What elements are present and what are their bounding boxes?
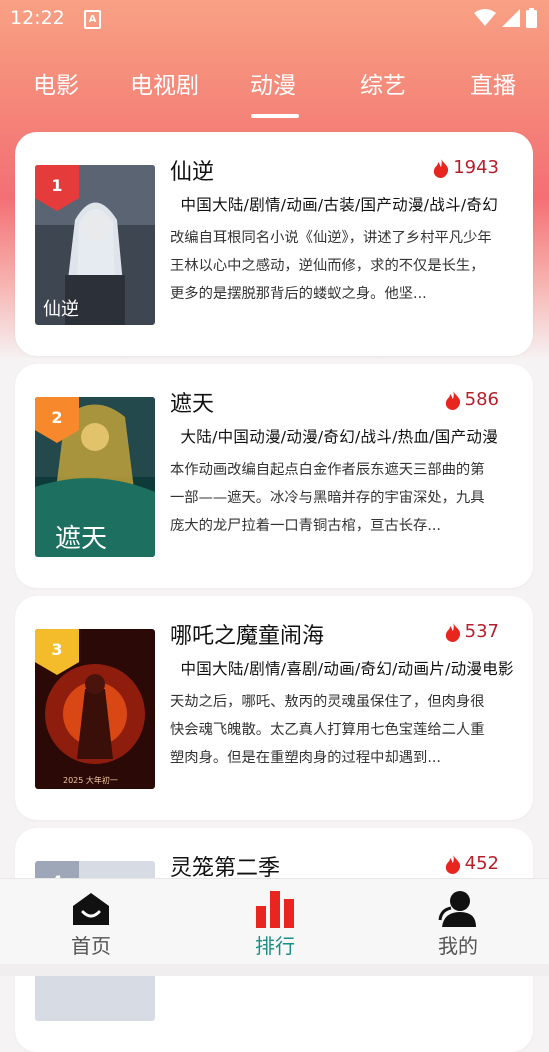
- description: 改编自耳根同名小说《仙逆》，讲述了乡村平凡少年王林以心中之感动，逆仙而修，求的不…: [170, 230, 492, 302]
- status-bar: 12:22 A: [0, 0, 549, 38]
- heat-value: 1943: [453, 157, 499, 178]
- tab-movies[interactable]: 电影: [33, 66, 79, 100]
- poster-image: 仙逆 1: [35, 165, 155, 325]
- notification-icon: A: [84, 10, 101, 29]
- genre-tags: 大陆/中国动漫/动漫/奇幻/战斗/热血/国产动漫: [170, 425, 515, 447]
- flame-icon: [445, 389, 460, 410]
- nav-label: 我的: [438, 934, 478, 958]
- poster-logo: 仙逆: [43, 299, 79, 320]
- heat-value: 452: [464, 853, 499, 874]
- nav-label: 首页: [71, 934, 111, 958]
- heat-count: 537: [444, 621, 499, 642]
- genre-tags-text: 大陆/中国动漫/动漫/奇幻/战斗/热血/国产动漫: [180, 428, 499, 446]
- poster-release-text: 2025 大年初一: [63, 775, 118, 785]
- status-icons: [474, 8, 537, 28]
- genre-tags: 中国大陆/剧情/喜剧/动画/奇幻/动画片/动漫电影: [170, 657, 515, 679]
- card-title: 遮天: [170, 392, 215, 417]
- bar-chart-icon: [256, 891, 294, 928]
- card-title: 仙逆: [170, 160, 215, 185]
- description: 天劫之后，哪吒、敖丙的灵魂虽保住了，但肉身很快会魂飞魄散。太乙真人打算用七色宝莲…: [170, 694, 485, 766]
- heat-count: 1943: [432, 157, 499, 178]
- active-tab-indicator: [251, 114, 299, 118]
- poster-image: 2025 大年初一 3: [35, 629, 155, 789]
- nav-label: 排行: [255, 934, 295, 958]
- battery-icon: [526, 8, 537, 28]
- poster-image: 遮天 2: [35, 397, 155, 557]
- tab-tv-series[interactable]: 电视剧: [130, 66, 199, 100]
- tab-anime[interactable]: 动漫: [250, 66, 296, 100]
- category-tabs: 电影 电视剧 动漫 综艺 直播: [0, 66, 549, 116]
- genre-tags-text: 中国大陆/剧情/喜剧/动画/奇幻/动画片/动漫电影: [180, 660, 514, 678]
- genre-tags: 中国大陆/剧情/动画/古装/国产动漫/战斗/奇幻: [170, 193, 515, 215]
- wifi-icon: [474, 9, 496, 26]
- flame-icon: [445, 853, 460, 874]
- poster-logo: 遮天: [55, 524, 107, 554]
- heat-value: 586: [464, 389, 499, 410]
- heat-count: 452: [444, 853, 499, 874]
- nav-ranking[interactable]: 排行: [215, 879, 335, 965]
- status-time: 12:22: [10, 7, 65, 29]
- user-icon: [438, 891, 476, 927]
- tab-live[interactable]: 直播: [470, 66, 516, 100]
- flame-icon: [434, 157, 449, 178]
- home-icon: [73, 893, 109, 925]
- description: 本作动画改编自起点白金作者辰东遮天三部曲的第一部——遮天。冰冷与黑暗并存的宇宙深…: [170, 462, 485, 534]
- ranking-card[interactable]: 2025 大年初一 3 哪吒之魔童闹海 537 中国大陆/剧情/喜剧/动画/奇幻…: [15, 596, 533, 820]
- ranking-card[interactable]: 遮天 2 遮天 586 大陆/中国动漫/动漫/奇幻/战斗/热血/国产动漫 本作动…: [15, 364, 533, 588]
- nav-profile[interactable]: 我的: [398, 879, 518, 965]
- tab-variety[interactable]: 综艺: [360, 66, 406, 100]
- genre-tags-text: 中国大陆/剧情/动画/古装/国产动漫/战斗/奇幻: [180, 196, 499, 214]
- system-navigation-bar: [0, 964, 549, 976]
- ranking-card[interactable]: 仙逆 1 仙逆 1943 中国大陆/剧情/动画/古装/国产动漫/战斗/奇幻 改编…: [15, 132, 533, 356]
- bottom-navigation: 首页 排行 我的: [0, 878, 549, 965]
- heat-count: 586: [444, 389, 499, 410]
- signal-icon: [502, 9, 520, 27]
- heat-value: 537: [464, 621, 499, 642]
- nav-home[interactable]: 首页: [31, 879, 151, 965]
- flame-icon: [445, 621, 460, 642]
- card-title: 哪吒之魔童闹海: [170, 624, 325, 649]
